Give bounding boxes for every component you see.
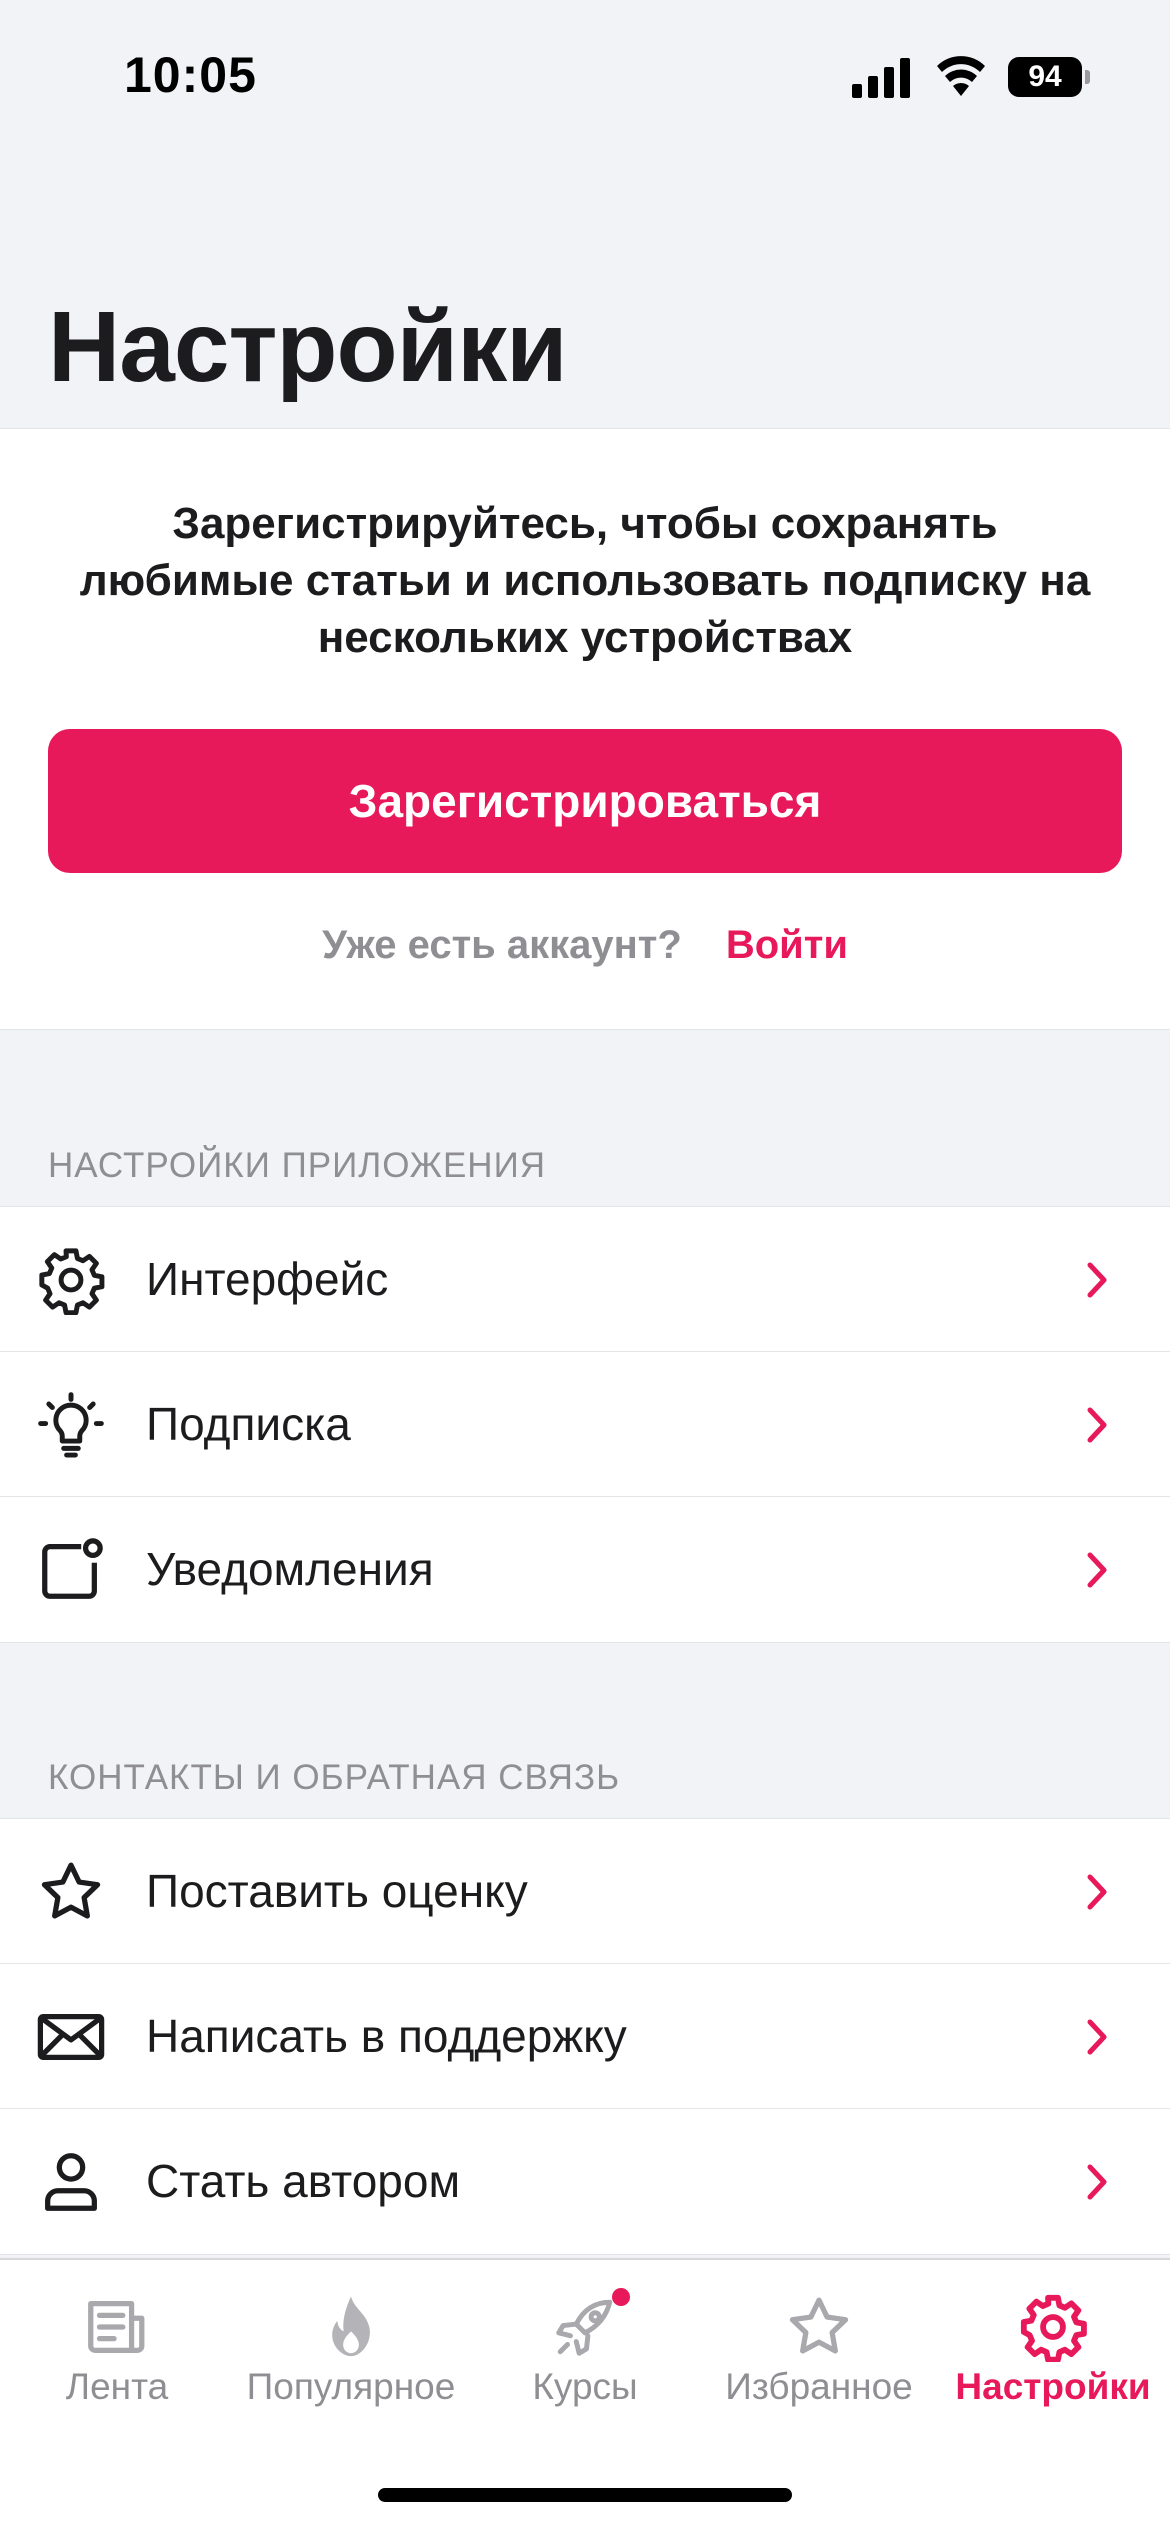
wifi-icon bbox=[937, 56, 985, 96]
battery-level: 94 bbox=[1008, 57, 1082, 97]
page-title: Настройки bbox=[48, 291, 568, 403]
register-button[interactable]: Зарегистрироваться bbox=[48, 729, 1122, 873]
settings-row-label: Стать автором bbox=[146, 2155, 461, 2207]
home-indicator bbox=[378, 2488, 792, 2502]
chevron-right-icon bbox=[1087, 1407, 1107, 1443]
chevron-right-icon bbox=[1087, 1874, 1107, 1910]
chevron-right-icon bbox=[1087, 1552, 1107, 1588]
settings-row-subscription[interactable]: Подписка bbox=[0, 1352, 1170, 1497]
settings-row-interface[interactable]: Интерфейс bbox=[0, 1207, 1170, 1352]
star-icon bbox=[41, 1862, 101, 1919]
cellular-signal-icon bbox=[852, 58, 910, 98]
star-icon bbox=[789, 2297, 849, 2354]
tab-label: Избранное bbox=[725, 2366, 913, 2407]
section-header-contacts: КОНТАКТЫ И ОБРАТНАЯ СВЯЗЬ bbox=[48, 1758, 621, 1797]
notification-icon bbox=[42, 1538, 103, 1599]
contacts-list: Поставить оценку Написать в поддержку Ст… bbox=[0, 1818, 1170, 2255]
tab-label: Настройки bbox=[955, 2366, 1151, 2407]
status-bar: 10:05 94 bbox=[0, 0, 1170, 150]
settings-row-label: Написать в поддержку bbox=[146, 2010, 627, 2062]
chevron-right-icon bbox=[1087, 2019, 1107, 2055]
newspaper-icon bbox=[88, 2301, 145, 2353]
settings-row-label: Интерфейс bbox=[146, 1253, 389, 1305]
tab-courses[interactable]: Курсы bbox=[468, 2260, 702, 2440]
settings-row-label: Уведомления bbox=[146, 1543, 434, 1595]
settings-row-support[interactable]: Написать в поддержку bbox=[0, 1964, 1170, 2109]
register-prompt: Зарегистрируйтесь, чтобы сохранять любим… bbox=[79, 499, 1091, 662]
lightbulb-icon bbox=[38, 1392, 104, 1458]
gear-icon bbox=[39, 1248, 105, 1315]
tab-popular[interactable]: Популярное bbox=[234, 2260, 468, 2440]
status-time: 10:05 bbox=[124, 47, 257, 103]
notification-badge bbox=[612, 2288, 630, 2306]
settings-row-label: Поставить оценку bbox=[146, 1865, 528, 1917]
settings-row-rate[interactable]: Поставить оценку bbox=[0, 1819, 1170, 1964]
section-header-app-settings: НАСТРОЙКИ ПРИЛОЖЕНИЯ bbox=[48, 1146, 547, 1185]
tab-settings[interactable]: Настройки bbox=[936, 2260, 1170, 2440]
person-icon bbox=[45, 2153, 97, 2211]
chevron-right-icon bbox=[1087, 2164, 1107, 2200]
login-row: Уже есть аккаунт? Войти bbox=[0, 923, 1170, 968]
login-link[interactable]: Войти bbox=[726, 923, 848, 967]
tab-label: Популярное bbox=[246, 2366, 456, 2407]
flame-icon bbox=[332, 2296, 370, 2357]
tab-label: Лента bbox=[65, 2366, 169, 2407]
settings-row-label: Подписка bbox=[146, 1398, 351, 1450]
envelope-icon bbox=[37, 2013, 105, 2061]
settings-row-notifications[interactable]: Уведомления bbox=[0, 1497, 1170, 1642]
rocket-icon bbox=[556, 2299, 613, 2356]
chevron-right-icon bbox=[1087, 1262, 1107, 1298]
settings-row-become-author[interactable]: Стать автором bbox=[0, 2109, 1170, 2254]
login-question: Уже есть аккаунт? bbox=[322, 923, 682, 967]
tab-favorites[interactable]: Избранное bbox=[702, 2260, 936, 2440]
register-card: Зарегистрируйтесь, чтобы сохранять любим… bbox=[0, 428, 1170, 1030]
tab-label: Курсы bbox=[532, 2366, 638, 2407]
tab-feed[interactable]: Лента bbox=[0, 2260, 234, 2440]
gear-icon bbox=[1020, 2294, 1087, 2362]
app-settings-list: Интерфейс Подписка Уведомления bbox=[0, 1206, 1170, 1643]
battery-icon: 94 bbox=[1008, 57, 1092, 97]
